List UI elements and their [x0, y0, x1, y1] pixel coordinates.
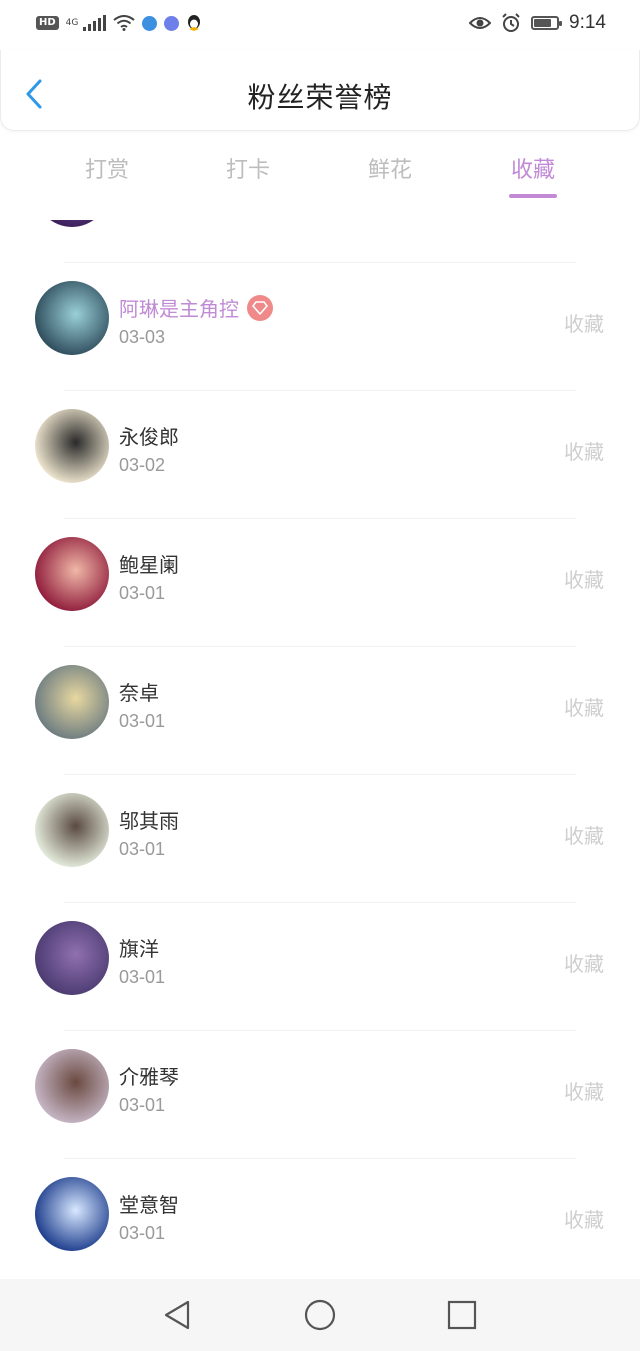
user-name-text: 鲍星阑	[119, 553, 179, 577]
date-label: 03-01	[119, 839, 166, 859]
hd-icon: HD	[36, 16, 59, 30]
tab-flowers[interactable]: 鲜花	[330, 152, 450, 184]
page-header: 粉丝荣誉榜	[0, 50, 640, 131]
wifi-icon	[113, 15, 135, 31]
qq-icon	[188, 15, 201, 31]
fan-list: 03-12阿琳是主角控03-03收藏永俊郎03-02收藏鲍星阑03-01收藏奈卓…	[0, 220, 640, 1278]
music-icon	[164, 15, 180, 31]
user-name[interactable]: 邬其雨	[119, 805, 179, 834]
avatar[interactable]	[35, 921, 109, 995]
date-label: 03-01	[119, 967, 166, 987]
list-item[interactable]: 邬其雨 03-01 收藏	[0, 775, 640, 903]
user-name[interactable]: 鲍星阑	[119, 549, 179, 578]
date-label: 03-01	[119, 583, 166, 603]
list-item[interactable]: 旗洋 03-01 收藏	[0, 903, 640, 1031]
favorite-label[interactable]: 收藏	[564, 308, 604, 337]
date-label: 03-01	[119, 1095, 166, 1115]
user-name-text: 堂意智	[119, 1193, 179, 1217]
avatar[interactable]	[35, 281, 109, 355]
date-label: 03-01	[119, 1223, 166, 1243]
user-name[interactable]: 阿琳是主角控	[119, 293, 273, 324]
favorite-label[interactable]: 收藏	[564, 1076, 604, 1105]
user-name[interactable]: 奈卓	[119, 677, 159, 706]
list-item[interactable]: 03-12	[0, 220, 640, 263]
user-name-text: 旗洋	[119, 937, 159, 961]
list-item[interactable]: 奈卓 03-01 收藏	[0, 647, 640, 775]
network-type-icon: 4G	[65, 17, 79, 28]
user-name-text: 阿琳是主角控	[119, 297, 239, 321]
status-right: 9:14	[469, 12, 606, 34]
user-name-text: 奈卓	[119, 681, 159, 705]
home-circle-icon[interactable]	[300, 1297, 340, 1333]
avatar[interactable]	[35, 665, 109, 739]
list-item[interactable]: 永俊郎 03-02 收藏	[0, 391, 640, 519]
system-nav-bar	[0, 1279, 640, 1351]
user-name-text: 介雅琴	[119, 1065, 179, 1089]
favorite-label[interactable]: 收藏	[564, 1204, 604, 1233]
tab-reward[interactable]: 打赏	[47, 152, 167, 184]
vip-diamond-icon	[247, 294, 273, 321]
status-bar: HD 4G 9:14	[0, 0, 640, 50]
favorite-label[interactable]: 收藏	[564, 820, 604, 849]
tab-checkin[interactable]: 打卡	[188, 152, 308, 184]
active-tab-indicator	[509, 194, 557, 198]
user-name[interactable]: 永俊郎	[119, 421, 179, 450]
back-triangle-icon[interactable]	[158, 1297, 198, 1333]
favorite-label[interactable]: 收藏	[564, 564, 604, 593]
avatar[interactable]	[35, 793, 109, 867]
page-title: 粉丝荣誉榜	[247, 81, 393, 114]
list-item[interactable]: 介雅琴 03-01 收藏	[0, 1031, 640, 1159]
status-left: HD 4G	[36, 14, 202, 32]
user-name-text: 永俊郎	[119, 425, 179, 449]
user-name[interactable]: 介雅琴	[119, 1061, 179, 1090]
user-name[interactable]: 旗洋	[119, 933, 159, 962]
avatar[interactable]	[35, 1177, 109, 1251]
tab-favorites[interactable]: 收藏	[473, 152, 593, 184]
recents-square-icon[interactable]	[442, 1297, 482, 1333]
avatar[interactable]	[35, 220, 109, 227]
battery-icon	[531, 16, 563, 30]
app-blue-icon	[142, 15, 158, 31]
avatar[interactable]	[35, 409, 109, 483]
favorite-label[interactable]: 收藏	[564, 436, 604, 465]
user-name[interactable]: 堂意智	[119, 1189, 179, 1218]
list-item[interactable]: 堂意智 03-01 收藏	[0, 1159, 640, 1278]
favorite-label[interactable]: 收藏	[564, 692, 604, 721]
signal-icon	[83, 15, 107, 31]
avatar[interactable]	[35, 1049, 109, 1123]
avatar[interactable]	[35, 537, 109, 611]
eye-icon	[469, 17, 492, 29]
list-item[interactable]: 鲍星阑 03-01 收藏	[0, 519, 640, 647]
list-item[interactable]: 阿琳是主角控 03-03 收藏	[0, 263, 640, 391]
date-label: 03-01	[119, 711, 166, 731]
tab-bar: 打赏 打卡 鲜花 收藏	[0, 140, 640, 200]
favorite-label[interactable]: 收藏	[564, 948, 604, 977]
fan-list-viewport[interactable]: 03-12阿琳是主角控03-03收藏永俊郎03-02收藏鲍星阑03-01收藏奈卓…	[0, 220, 640, 1278]
clock-time: 9:14	[569, 12, 606, 33]
alarm-icon	[502, 13, 520, 32]
date-label: 03-03	[119, 327, 166, 347]
date-label: 03-02	[119, 455, 166, 475]
user-name-text: 邬其雨	[119, 809, 179, 833]
